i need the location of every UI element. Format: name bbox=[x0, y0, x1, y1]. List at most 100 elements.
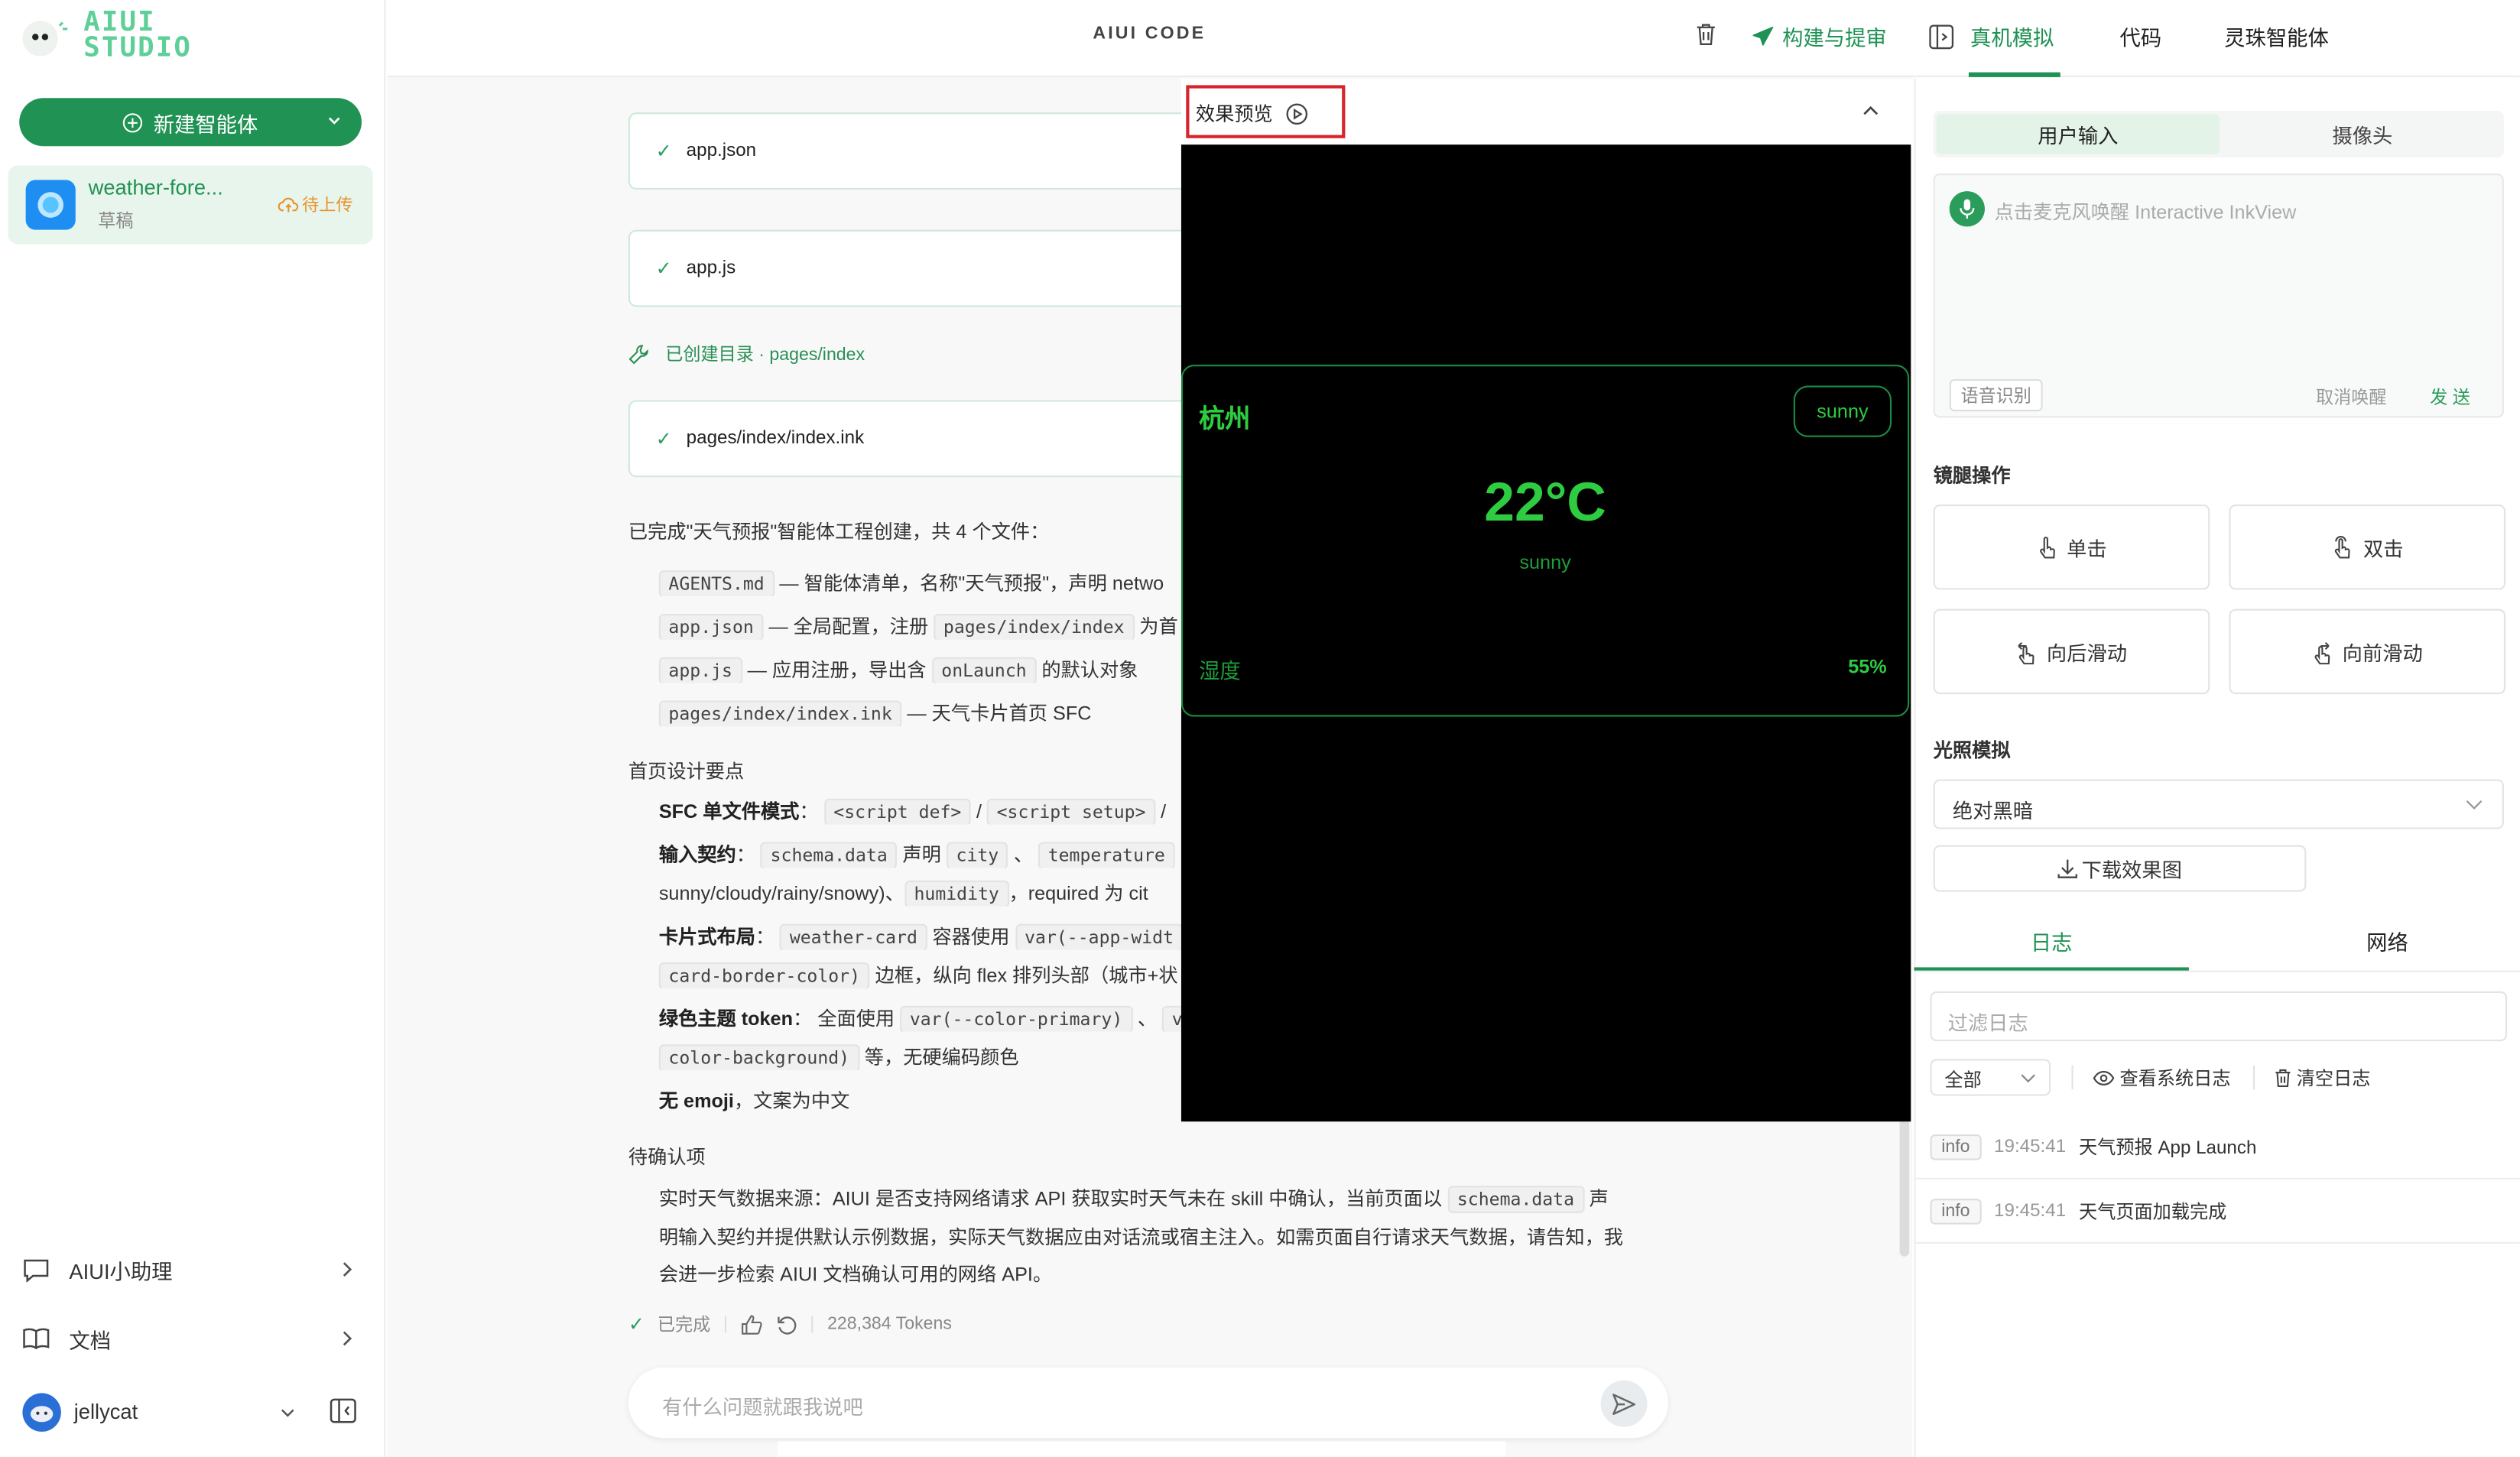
chevron-right-icon bbox=[341, 1330, 354, 1346]
logo-icon bbox=[19, 13, 70, 61]
download-icon bbox=[2057, 858, 2078, 878]
tab-device-sim[interactable]: 真机模拟 bbox=[1928, 21, 2054, 51]
chevron-down-icon bbox=[2465, 799, 2483, 812]
list-item: AGENTS.md — 智能体清单，名称"天气预报"，声明 netwo bbox=[658, 569, 1190, 596]
tab-lingzhu-agent[interactable]: 灵珠智能体 bbox=[2224, 21, 2329, 51]
chat-input[interactable]: 有什么问题就跟我说吧 bbox=[628, 1367, 1668, 1439]
log-filter-input[interactable]: 过滤日志 bbox=[1930, 991, 2508, 1042]
collapse-sidebar-icon[interactable] bbox=[330, 1398, 357, 1424]
cancel-wake-button[interactable]: 取消唤醒 bbox=[2316, 384, 2386, 410]
design-item: 卡片式布局： weather-card 容器使用 var(--app-widt bbox=[659, 923, 1190, 950]
log-level-value: 全部 bbox=[1944, 1072, 1982, 1092]
new-agent-button[interactable]: 新建智能体 bbox=[19, 98, 362, 147]
agent-list-item[interactable]: weather-fore... 草稿 待上传 bbox=[8, 165, 373, 245]
paper-plane-icon bbox=[1752, 26, 1774, 47]
panel-icon bbox=[1928, 23, 1954, 49]
trash-icon bbox=[2274, 1069, 2291, 1088]
chevron-down-icon[interactable] bbox=[280, 1404, 296, 1420]
view-system-log-button[interactable]: 查看系统日志 bbox=[2093, 1066, 2231, 1092]
new-agent-label: 新建智能体 bbox=[153, 112, 258, 136]
chat-icon bbox=[22, 1257, 50, 1282]
log-time: 19:45:41 bbox=[1994, 1137, 2067, 1157]
gesture-section-title: 镜腿操作 bbox=[1933, 464, 2011, 487]
upload-status[interactable]: 待上传 bbox=[278, 193, 352, 217]
tab-user-input[interactable]: 用户输入 bbox=[1936, 114, 2220, 154]
list-item: pages/index/index.ink — 天气卡片首页 SFC bbox=[658, 699, 1190, 727]
clear-log-button[interactable]: 清空日志 bbox=[2274, 1066, 2370, 1092]
double-tap-button[interactable]: 双击 bbox=[2229, 505, 2506, 590]
light-select[interactable]: 绝对黑暗 bbox=[1933, 779, 2504, 829]
design-item-cont: sunny/cloudy/rainy/snowy)、 humidity ，requi… bbox=[659, 879, 1190, 907]
design-item: SFC 单文件模式： <script def> / <script setup>… bbox=[659, 797, 1190, 825]
log-level-tag: info bbox=[1930, 1133, 1982, 1160]
log-row[interactable]: info 19:45:41 天气预报 App Launch bbox=[1914, 1115, 2520, 1180]
weather-badge: sunny bbox=[1793, 385, 1892, 437]
humidity-value: 55% bbox=[1848, 655, 1887, 679]
swipe-back-icon bbox=[2016, 639, 2038, 665]
design-item: 绿色主题 token： 全面使用 var(--color-primary) 、 … bbox=[659, 1004, 1190, 1032]
log-level-select[interactable]: 全部 bbox=[1930, 1059, 2051, 1096]
docs-link[interactable]: 文档 bbox=[22, 1321, 359, 1356]
file-card[interactable]: ✓ app.json bbox=[628, 112, 1207, 190]
tab-code[interactable]: 代码 bbox=[2120, 21, 2162, 51]
light-section-title: 光照模拟 bbox=[1933, 738, 2011, 762]
thumbs-up-icon[interactable] bbox=[741, 1313, 763, 1334]
tab-network[interactable]: 网络 bbox=[2236, 908, 2520, 972]
top-bar: AIUI CODE 构建与提审 真机模拟 代码 灵珠智能体 bbox=[387, 0, 2520, 77]
user-name[interactable]: jellycat bbox=[74, 1400, 138, 1424]
play-circle-icon[interactable] bbox=[1286, 102, 1308, 124]
tap-icon bbox=[2036, 534, 2058, 560]
refresh-icon[interactable] bbox=[776, 1313, 797, 1334]
agent-name: weather-fore... bbox=[88, 175, 223, 200]
token-count: 228,384 Tokens bbox=[827, 1314, 952, 1334]
voice-recognition-tag[interactable]: 语音识别 bbox=[1949, 379, 2043, 412]
assistant-link[interactable]: AIUI小助理 bbox=[22, 1251, 359, 1287]
microphone-icon[interactable] bbox=[1949, 191, 1985, 227]
summary-text: 已完成"天气预报"智能体工程创建，共 4 个文件： bbox=[628, 521, 1050, 544]
send-voice-button[interactable]: 发 送 bbox=[2430, 384, 2470, 410]
send-button[interactable] bbox=[1600, 1380, 1648, 1427]
swipe-forward-icon bbox=[2312, 639, 2334, 665]
book-icon bbox=[22, 1327, 50, 1350]
tab-build-review[interactable]: 构建与提审 bbox=[1752, 21, 1887, 51]
page-title: AIUI CODE bbox=[1093, 24, 1206, 44]
send-icon bbox=[1612, 1392, 1636, 1414]
section-heading: 待确认项 bbox=[628, 1145, 706, 1169]
avatar[interactable] bbox=[22, 1393, 61, 1432]
light-select-value: 绝对黑暗 bbox=[1952, 800, 2034, 823]
trash-icon[interactable] bbox=[1696, 22, 1716, 47]
chevron-up-icon[interactable] bbox=[1861, 103, 1880, 119]
download-image-button[interactable]: 下载效果图 bbox=[1933, 845, 2307, 892]
done-label: 已完成 bbox=[657, 1316, 711, 1335]
swipe-forward-button[interactable]: 向前滑动 bbox=[2229, 608, 2506, 695]
section-heading: 首页设计要点 bbox=[628, 760, 745, 783]
single-tap-button[interactable]: 单击 bbox=[1933, 505, 2210, 590]
chevron-right-icon bbox=[341, 1261, 354, 1277]
design-item: 输入契约： schema.data 声明 city 、 temperature bbox=[659, 840, 1190, 868]
list-item: app.js — 应用注册，导出含 onLaunch 的默认对象 bbox=[658, 656, 1190, 683]
chat-footer-strip bbox=[778, 1441, 1506, 1457]
dir-created-note: 已创建目录 · pages/index bbox=[628, 341, 865, 367]
log-time: 19:45:41 bbox=[1994, 1201, 2067, 1221]
eye-icon bbox=[2093, 1070, 2115, 1086]
tab-logs[interactable]: 日志 bbox=[1914, 908, 2188, 972]
chat-input-placeholder: 有什么问题就跟我说吧 bbox=[662, 1396, 863, 1420]
weather-card: 杭州 sunny 22°C sunny 湿度 55% bbox=[1180, 365, 1910, 717]
chevron-down-icon[interactable] bbox=[326, 112, 343, 128]
log-row[interactable]: info 19:45:41 天气页面加载完成 bbox=[1914, 1180, 2520, 1244]
check-icon: ✓ bbox=[655, 427, 672, 450]
file-card[interactable]: ✓ app.js bbox=[628, 229, 1207, 307]
swipe-back-button[interactable]: 向后滑动 bbox=[1933, 608, 2210, 695]
sidebar: AIUI STUDIO 新建智能体 weather-fore... 草稿 待上传 … bbox=[0, 0, 386, 1457]
divider bbox=[2253, 1065, 2255, 1090]
log-message: 天气页面加载完成 bbox=[2078, 1202, 2227, 1222]
humidity-label: 湿度 bbox=[1199, 658, 1241, 683]
city-name: 杭州 bbox=[1199, 406, 1251, 434]
pending-text: 会进一步检索 AIUI 文档确认可用的网络 API。 bbox=[658, 1263, 1053, 1286]
preview-title[interactable]: 效果预览 bbox=[1196, 99, 1308, 127]
file-card[interactable]: ✓ pages/index/index.ink bbox=[628, 400, 1207, 478]
chevron-down-icon bbox=[2020, 1073, 2036, 1085]
tab-camera[interactable]: 摄像头 bbox=[2221, 114, 2504, 154]
voice-input-box[interactable]: 点击麦克风唤醒 Interactive InkView 语音识别 取消唤醒 发 … bbox=[1933, 174, 2504, 418]
pending-text: 实时天气数据来源：AIUI 是否支持网络请求 API 获取实时天气未在 skil… bbox=[659, 1180, 1609, 1220]
